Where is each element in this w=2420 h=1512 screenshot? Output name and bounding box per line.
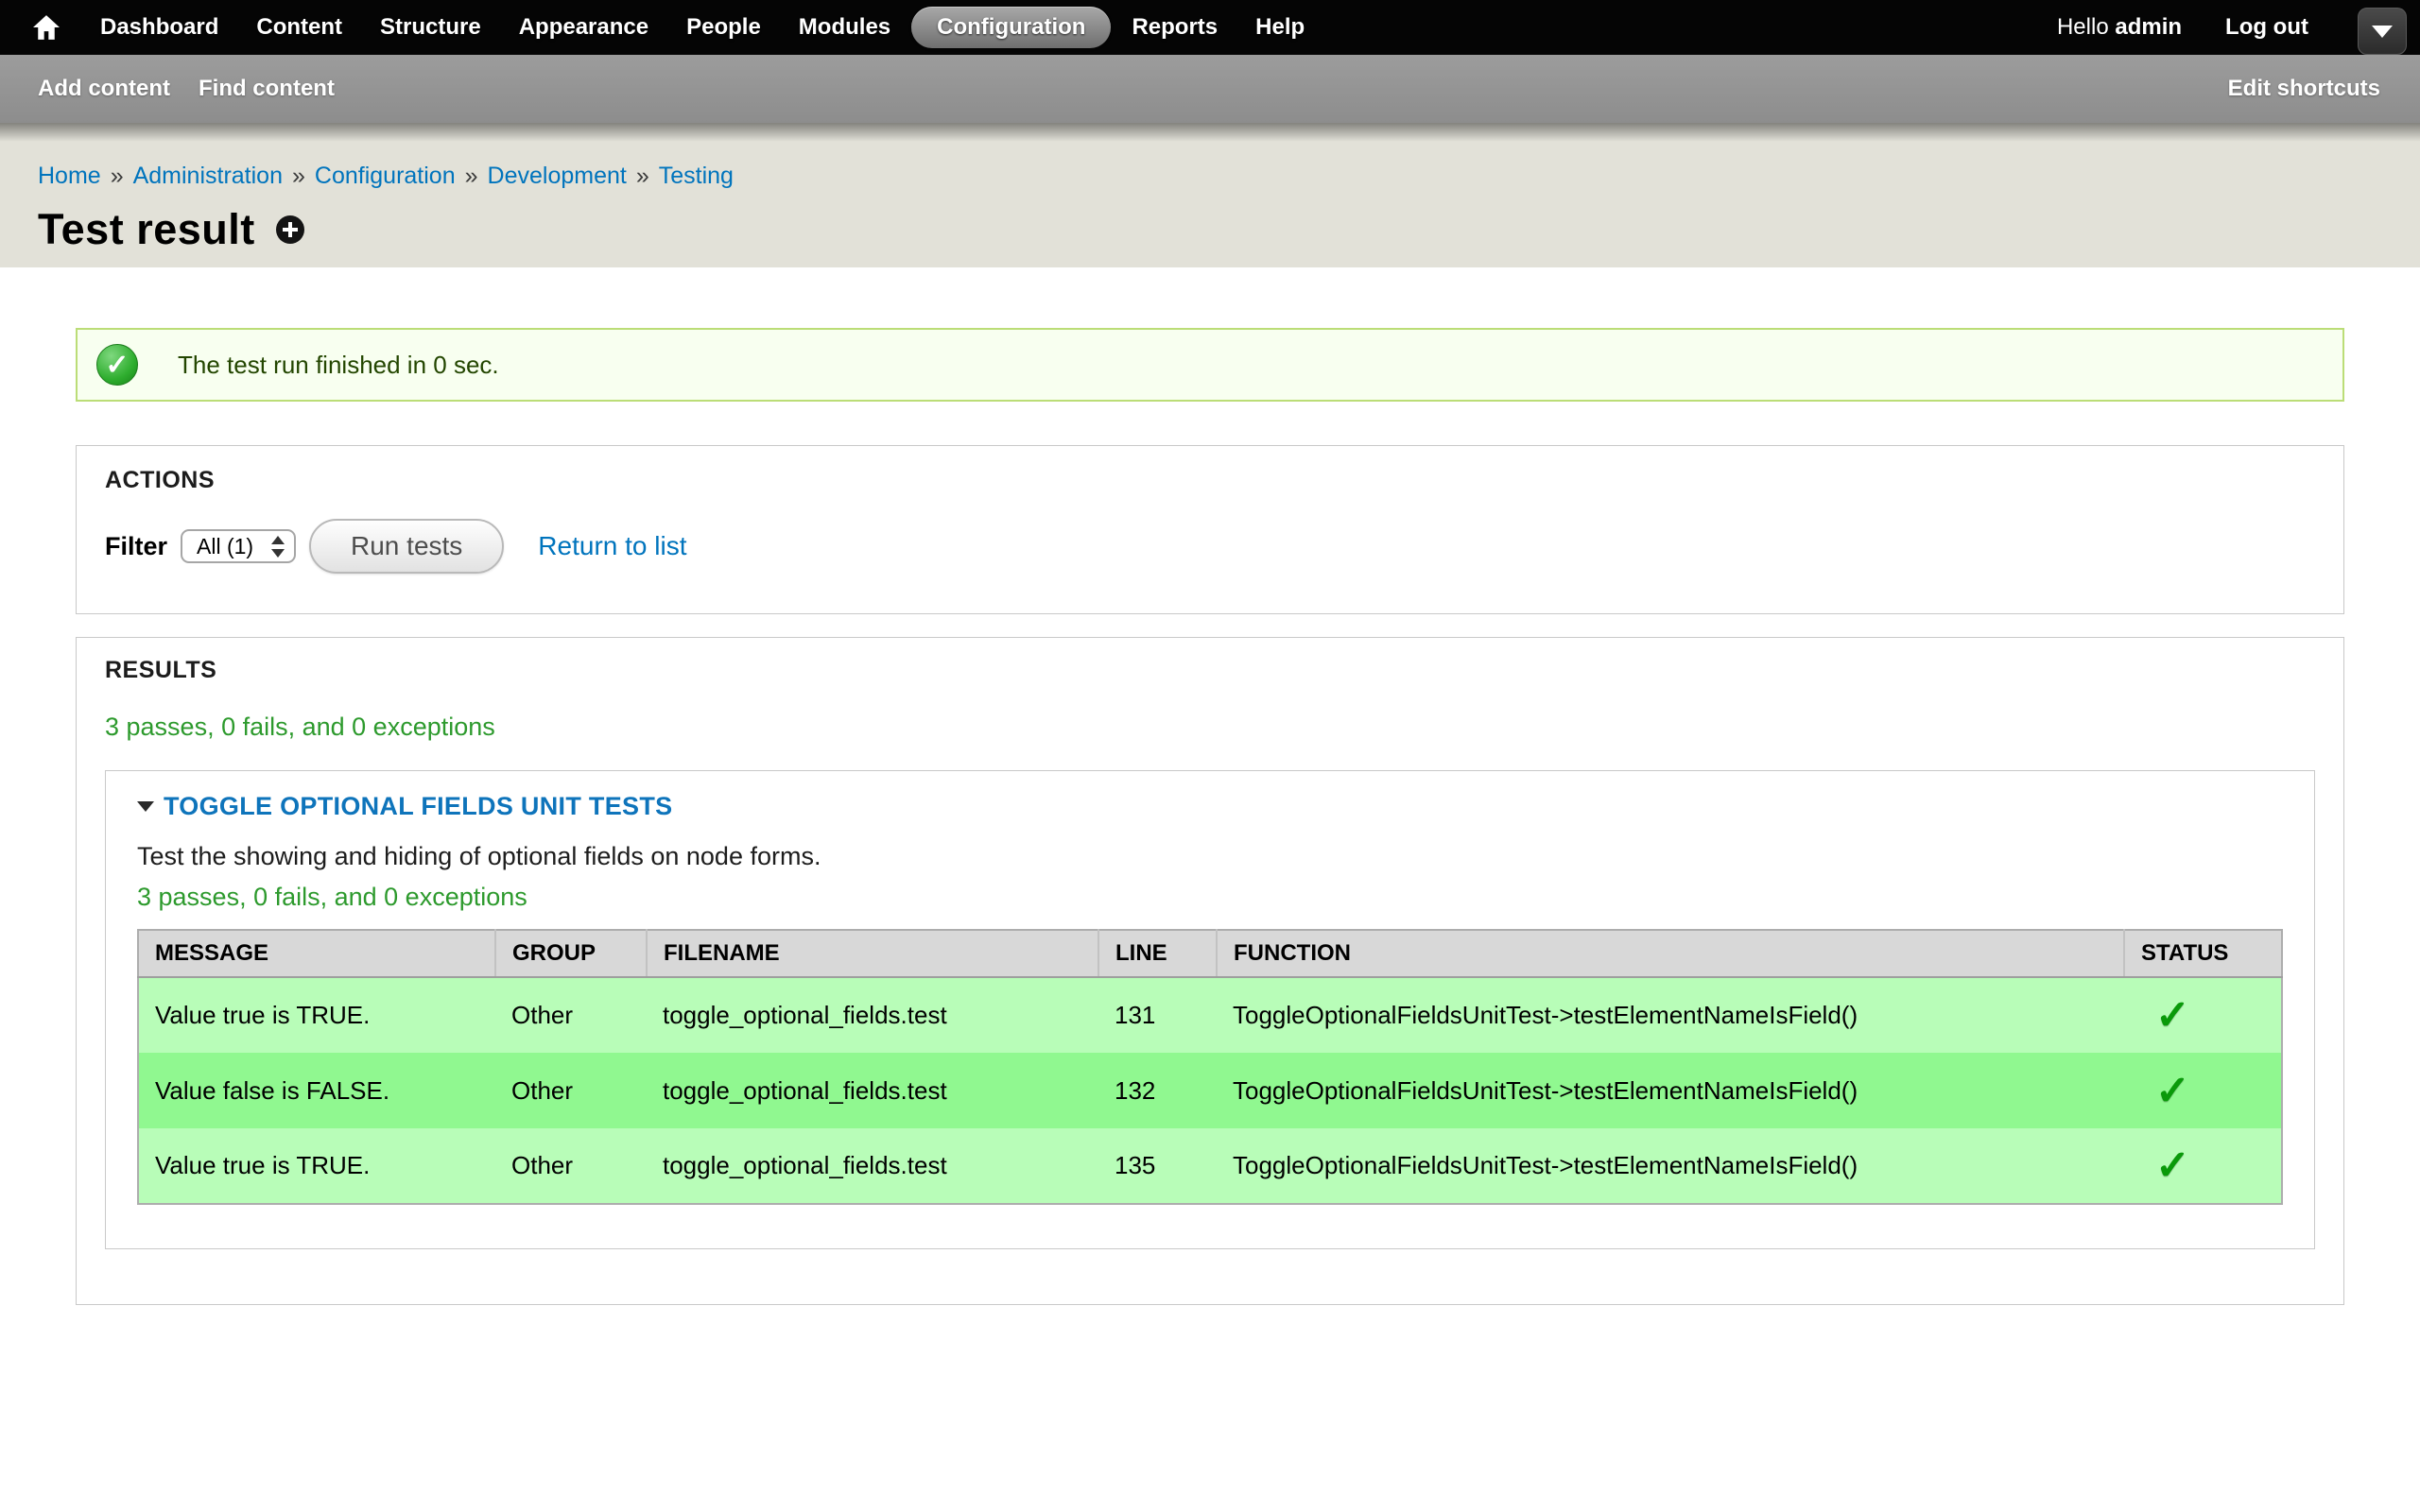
run-tests-button[interactable]: Run tests — [309, 519, 504, 574]
actions-fieldset: ACTIONS Filter All (1) Run tests Return … — [76, 445, 2344, 614]
shortcut-find-content[interactable]: Find content — [199, 76, 335, 102]
toolbar-item-structure[interactable]: Structure — [361, 0, 500, 55]
filename-cell: toggle_optional_fields.test — [647, 1053, 1098, 1128]
test-group-description: Test the showing and hiding of optional … — [137, 842, 2283, 871]
user-greeting: Hello admin — [2057, 14, 2182, 41]
breadcrumb-link-administration[interactable]: Administration — [133, 163, 283, 189]
line-cell: 131 — [1098, 977, 1217, 1053]
group-cell: Other — [495, 1053, 647, 1128]
breadcrumb-separator: » — [292, 163, 305, 189]
message-cell: Value false is FALSE. — [138, 1053, 495, 1128]
logout-link[interactable]: Log out — [2225, 14, 2308, 41]
breadcrumb-link-testing[interactable]: Testing — [659, 163, 734, 189]
chevron-down-icon — [2372, 26, 2393, 38]
results-summary: 3 passes, 0 fails, and 0 exceptions — [105, 713, 2315, 742]
breadcrumb-separator: » — [465, 163, 478, 189]
table-row: Value true is TRUE. Other toggle_optiona… — [138, 977, 2282, 1053]
toolbar-item-configuration[interactable]: Configuration — [911, 7, 1111, 48]
message-cell: Value true is TRUE. — [138, 1128, 495, 1204]
pass-check-icon: ✓ — [2140, 991, 2190, 1040]
admin-toolbar: Dashboard Content Structure Appearance P… — [0, 0, 2420, 55]
toolbar-item-help[interactable]: Help — [1236, 0, 1323, 55]
table-header-row: MESSAGE GROUP FILENAME LINE FUNCTION STA… — [138, 930, 2282, 977]
status-ok-icon: ✓ — [96, 344, 138, 386]
results-fieldset: RESULTS 3 passes, 0 fails, and 0 excepti… — [76, 637, 2344, 1305]
filename-cell: toggle_optional_fields.test — [647, 1128, 1098, 1204]
test-group-legend[interactable]: TOGGLE OPTIONAL FIELDS UNIT TESTS — [137, 792, 2283, 821]
filename-cell: toggle_optional_fields.test — [647, 977, 1098, 1053]
breadcrumb: Home » Administration » Configuration » Develo… — [38, 163, 2420, 190]
page-title: Test result — [38, 205, 255, 254]
page-header: Home » Administration » Configuration » Develo… — [0, 123, 2420, 267]
breadcrumb-separator: » — [636, 163, 649, 189]
test-group-fieldset: TOGGLE OPTIONAL FIELDS UNIT TESTS Test t… — [105, 770, 2315, 1249]
table-row: Value false is FALSE. Other toggle_optio… — [138, 1053, 2282, 1128]
filter-select[interactable]: All (1) — [181, 529, 296, 563]
select-arrows-icon — [271, 536, 285, 558]
line-cell: 132 — [1098, 1053, 1217, 1128]
toolbar-toggle-button[interactable] — [2358, 8, 2407, 55]
breadcrumb-link-configuration[interactable]: Configuration — [315, 163, 456, 189]
shortcut-add-content[interactable]: Add content — [38, 76, 170, 102]
filter-row: Filter All (1) Run tests Return to list — [105, 519, 2315, 574]
actions-legend: ACTIONS — [105, 467, 2315, 494]
greeting-prefix: Hello — [2057, 14, 2109, 40]
filter-select-value: All (1) — [197, 534, 271, 559]
test-group-summary: 3 passes, 0 fails, and 0 exceptions — [137, 883, 2283, 912]
column-header-message: MESSAGE — [138, 930, 495, 977]
toolbar-item-content[interactable]: Content — [237, 0, 361, 55]
return-to-list-link[interactable]: Return to list — [538, 531, 686, 561]
column-header-line: LINE — [1098, 930, 1217, 977]
toolbar-item-people[interactable]: People — [667, 0, 780, 55]
collapse-arrow-icon — [137, 801, 154, 812]
status-message-text: The test run finished in 0 sec. — [178, 351, 499, 380]
filter-label: Filter — [105, 532, 167, 561]
add-shortcut-icon[interactable] — [276, 215, 304, 244]
toolbar-item-modules[interactable]: Modules — [780, 0, 909, 55]
table-row: Value true is TRUE. Other toggle_optiona… — [138, 1128, 2282, 1204]
breadcrumb-link-development[interactable]: Development — [488, 163, 627, 189]
edit-shortcuts-link[interactable]: Edit shortcuts — [2228, 76, 2380, 102]
column-header-status: STATUS — [2124, 930, 2282, 977]
status-cell: ✓ — [2124, 1053, 2282, 1128]
toolbar-item-reports[interactable]: Reports — [1113, 0, 1236, 55]
test-group-title: TOGGLE OPTIONAL FIELDS UNIT TESTS — [164, 792, 672, 821]
status-cell: ✓ — [2124, 977, 2282, 1053]
home-icon[interactable] — [32, 0, 60, 55]
status-cell: ✓ — [2124, 1128, 2282, 1204]
function-cell: ToggleOptionalFieldsUnitTest->testElemen… — [1217, 1128, 2124, 1204]
shortcut-bar: Add content Find content Edit shortcuts — [0, 55, 2420, 123]
username: admin — [2115, 14, 2182, 40]
column-header-function: FUNCTION — [1217, 930, 2124, 977]
results-legend: RESULTS — [105, 657, 2315, 684]
pass-check-icon: ✓ — [2140, 1142, 2190, 1190]
line-cell: 135 — [1098, 1128, 1217, 1204]
group-cell: Other — [495, 977, 647, 1053]
message-cell: Value true is TRUE. — [138, 977, 495, 1053]
breadcrumb-link-home[interactable]: Home — [38, 163, 101, 189]
toolbar-item-appearance[interactable]: Appearance — [500, 0, 667, 55]
pass-check-icon: ✓ — [2140, 1067, 2190, 1115]
status-message: ✓ The test run finished in 0 sec. — [76, 328, 2344, 402]
group-cell: Other — [495, 1128, 647, 1204]
column-header-group: GROUP — [495, 930, 647, 977]
results-table: MESSAGE GROUP FILENAME LINE FUNCTION STA… — [137, 929, 2283, 1205]
function-cell: ToggleOptionalFieldsUnitTest->testElemen… — [1217, 977, 2124, 1053]
function-cell: ToggleOptionalFieldsUnitTest->testElemen… — [1217, 1053, 2124, 1128]
main-content: ✓ The test run finished in 0 sec. ACTION… — [0, 328, 2420, 1305]
column-header-filename: FILENAME — [647, 930, 1098, 977]
breadcrumb-separator: » — [111, 163, 124, 189]
toolbar-item-dashboard[interactable]: Dashboard — [81, 0, 237, 55]
